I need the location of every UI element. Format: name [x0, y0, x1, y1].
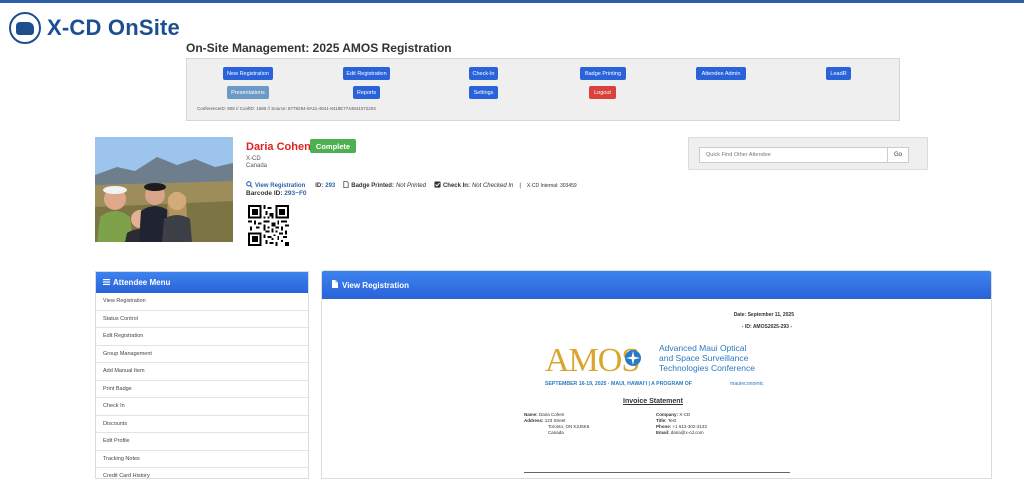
barcode-id: Barcode ID: 293~F0: [246, 190, 307, 197]
attendee-name: Daria Cohen: [246, 141, 311, 153]
conference-info: ConferenceID: 808 // ConfID: 1690 // Sou…: [197, 106, 376, 111]
id-label: ID:: [315, 182, 324, 189]
menu-item-tracking-notes[interactable]: Tracking Notes: [96, 451, 308, 468]
info-separator: |: [519, 182, 521, 189]
invoice-right-column: Company: X-CD Title: Test Phone: +1 613-…: [656, 412, 707, 436]
app-logo[interactable]: X-CD OnSite: [9, 12, 180, 44]
checkbox-checked-icon: [434, 181, 441, 190]
new-registration-button[interactable]: New Registration: [223, 67, 273, 80]
amos-line-1: Advanced Maui Optical: [659, 343, 747, 353]
company-label: Company:: [656, 412, 679, 417]
quick-find-panel: Go: [688, 137, 928, 170]
amos-program-org: mauieconomic: [730, 381, 764, 387]
menu-item-add-manual-item[interactable]: Add Manual Item: [96, 363, 308, 381]
view-registration-title: View Registration: [342, 280, 409, 290]
company-value: X-CD: [679, 412, 691, 417]
menu-item-status-control[interactable]: Status Control: [96, 311, 308, 328]
invoice-date: Date: September 11, 2025: [733, 312, 794, 318]
barcode-label: Barcode ID:: [246, 190, 283, 197]
phone-value: +1 613-302-3133: [672, 424, 707, 429]
address-line-3: Canada: [548, 430, 564, 435]
top-accent-bar: [0, 0, 1024, 3]
qr-code-icon: [248, 205, 289, 246]
hamburger-menu-icon: [103, 278, 110, 287]
search-icon: [246, 181, 253, 190]
logout-button[interactable]: Logout: [589, 86, 616, 99]
check-in-button[interactable]: Check-In: [469, 67, 498, 80]
amos-wordmark: AMOS: [545, 342, 639, 379]
badge-printing-button[interactable]: Badge Printing: [580, 67, 626, 80]
address-label: Address:: [524, 418, 544, 423]
id-value: 293: [325, 182, 336, 189]
attendee-menu-header: Attendee Menu: [96, 272, 308, 293]
invoice-title: Invoice Statement: [623, 398, 683, 405]
check-in-value: Not Checked In: [471, 182, 514, 189]
menu-item-credit-card-history[interactable]: Credit Card History: [96, 468, 308, 478]
invoice-divider: [524, 472, 790, 473]
amos-dates: SEPTEMBER 16-19, 2025 · MAUI, HAWAIʻI | …: [545, 381, 692, 387]
leadr-button[interactable]: LeadR: [826, 67, 851, 80]
invoice-id: - ID: AMOS2025-293 -: [741, 324, 792, 330]
attendee-admin-button[interactable]: Attendee Admin: [696, 67, 746, 80]
menu-item-discounts[interactable]: Discounts: [96, 416, 308, 433]
edit-registration-button[interactable]: Edit Registration: [343, 67, 390, 80]
view-registration-link[interactable]: View Registration: [255, 183, 305, 189]
internal-id: X-CD Internal: 303459: [526, 182, 577, 189]
attendee-photo: [95, 137, 233, 242]
name-label: Name:: [524, 412, 538, 417]
page-title: On-Site Management: 2025 AMOS Registrati…: [186, 41, 452, 55]
attendee-menu: Attendee Menu View Registration Status C…: [95, 271, 309, 479]
email-value: daria@x-cd.com: [670, 430, 704, 435]
invoice-document: Date: September 11, 2025 - ID: AMOS2025-…: [322, 299, 991, 478]
phone-label: Phone:: [656, 424, 672, 429]
app-title: X-CD OnSite: [47, 15, 180, 40]
management-toolbar: New Registration Edit Registration Check…: [186, 58, 900, 121]
badge-printed-value: Not Printed: [395, 182, 426, 189]
menu-item-edit-registration[interactable]: Edit Registration: [96, 328, 308, 346]
amos-line-2: and Space Surveillance: [659, 353, 749, 363]
email-label: Email:: [656, 430, 670, 435]
menu-item-edit-profile[interactable]: Edit Profile: [96, 433, 308, 451]
attendee-menu-title: Attendee Menu: [113, 278, 171, 287]
address-line-1: 123 Street: [544, 418, 566, 423]
presentations-button[interactable]: Presentations: [227, 86, 269, 99]
name-value: Daria Cohen: [539, 412, 565, 417]
title-value: Test: [667, 418, 677, 423]
amos-logo: AMOS Advanced Maui Optical and Space Sur…: [545, 341, 775, 391]
menu-item-print-badge[interactable]: Print Badge: [96, 381, 308, 398]
document-icon: [332, 280, 338, 290]
xcd-logo-icon: [9, 12, 41, 44]
invoice-left-column: Name: Daria Cohen Address: 123 Street To…: [524, 412, 589, 436]
document-icon: [343, 181, 349, 190]
attendee-company: X-CD: [246, 156, 261, 162]
check-in-label: Check In:: [442, 182, 470, 189]
view-registration-header: View Registration: [322, 271, 991, 299]
badge-printed-label: Badge Printed:: [351, 182, 394, 189]
attendee-info-row: View Registration ID: 293 Badge Printed:…: [246, 181, 577, 190]
menu-item-check-in[interactable]: Check In: [96, 398, 308, 416]
menu-item-group-management[interactable]: Group Management: [96, 346, 308, 363]
title-label: Title:: [656, 418, 667, 423]
amos-line-3: Technologies Conference: [659, 363, 755, 373]
quick-find-go-button[interactable]: Go: [887, 147, 909, 163]
reports-button[interactable]: Reports: [353, 86, 380, 99]
view-registration-panel: View Registration Date: September 11, 20…: [321, 270, 992, 479]
status-badge: Complete: [310, 139, 356, 153]
attendee-country: Canada: [246, 163, 268, 169]
quick-find-input[interactable]: [699, 147, 888, 163]
barcode-value: 293~F0: [284, 190, 307, 197]
settings-button[interactable]: Settings: [469, 86, 498, 99]
menu-item-view-registration[interactable]: View Registration: [96, 293, 308, 311]
